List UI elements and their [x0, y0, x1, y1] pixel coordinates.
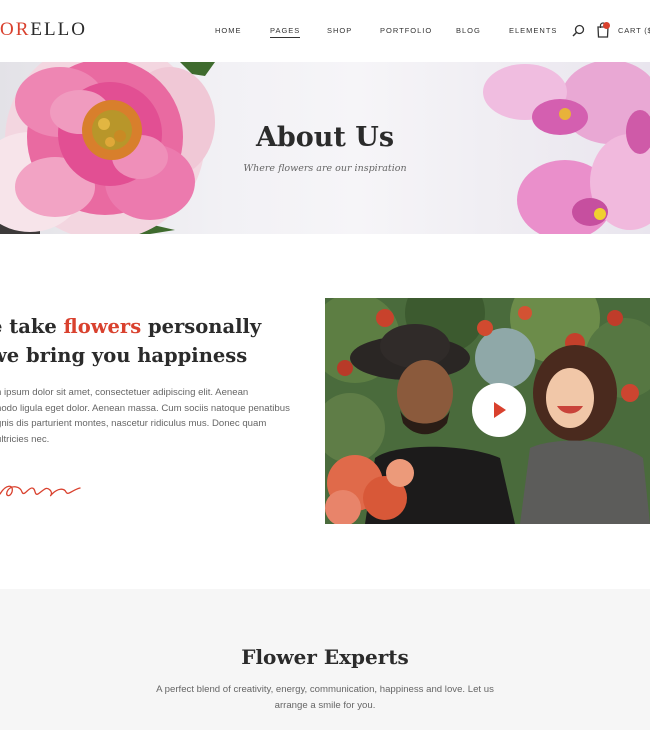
nav-home[interactable]: HOME	[215, 26, 242, 35]
intro-heading-end: personally	[141, 315, 262, 338]
intro-heading-start: e take	[0, 315, 57, 338]
page-subtitle: Where flowers are our inspiration	[243, 163, 407, 174]
intro-heading-line2: we bring you happiness	[0, 344, 248, 367]
site-logo[interactable]: ORELLO	[0, 19, 87, 41]
description-line: arrange a smile for you.	[274, 699, 376, 711]
intro-heading-accent: flowers	[63, 315, 142, 338]
intro-line: gnis dis parturient montes, nascetur rid…	[0, 418, 267, 429]
section-description: A perfect blend of creativity, energy, c…	[0, 682, 650, 713]
section-title: Flower Experts	[241, 645, 409, 669]
signature-image	[0, 485, 81, 497]
logo-accent: OR	[0, 19, 31, 40]
cart-link[interactable]: CART ($2	[618, 26, 650, 35]
flower-experts-section: Flower Experts A perfect blend of creati…	[0, 589, 650, 730]
intro-line: nodo ligula eget dolor. Aenean massa. Cu…	[0, 402, 290, 414]
nav-shop[interactable]: SHOP	[327, 26, 352, 35]
nav-blog[interactable]: BLOG	[456, 26, 481, 35]
cart-count-badge	[603, 22, 610, 29]
play-video-button[interactable]	[472, 383, 526, 437]
intro-heading-line1: e take flowers personally	[0, 315, 261, 338]
nav-elements[interactable]: ELEMENTS	[509, 26, 557, 35]
intro-line: n ipsum dolor sit amet, consectetuer adi…	[0, 387, 249, 398]
nav-portfolio[interactable]: PORTFOLIO	[380, 26, 432, 35]
nav-pages[interactable]: PAGES	[270, 26, 301, 38]
page-hero: About Us Where flowers are our inspirati…	[0, 62, 650, 234]
site-header: ORELLO HOME PAGES SHOP PORTFOLIO BLOG EL…	[0, 0, 650, 62]
description-line: A perfect blend of creativity, energy, c…	[156, 684, 494, 695]
intro-paragraph: n ipsum dolor sit amet, consectetuer adi…	[0, 385, 296, 447]
search-icon[interactable]	[572, 24, 586, 38]
intro-line: ultricies nec.	[0, 433, 50, 445]
page-title: About Us	[255, 122, 395, 153]
play-icon	[494, 402, 506, 418]
logo-rest: ELLO	[30, 19, 87, 40]
